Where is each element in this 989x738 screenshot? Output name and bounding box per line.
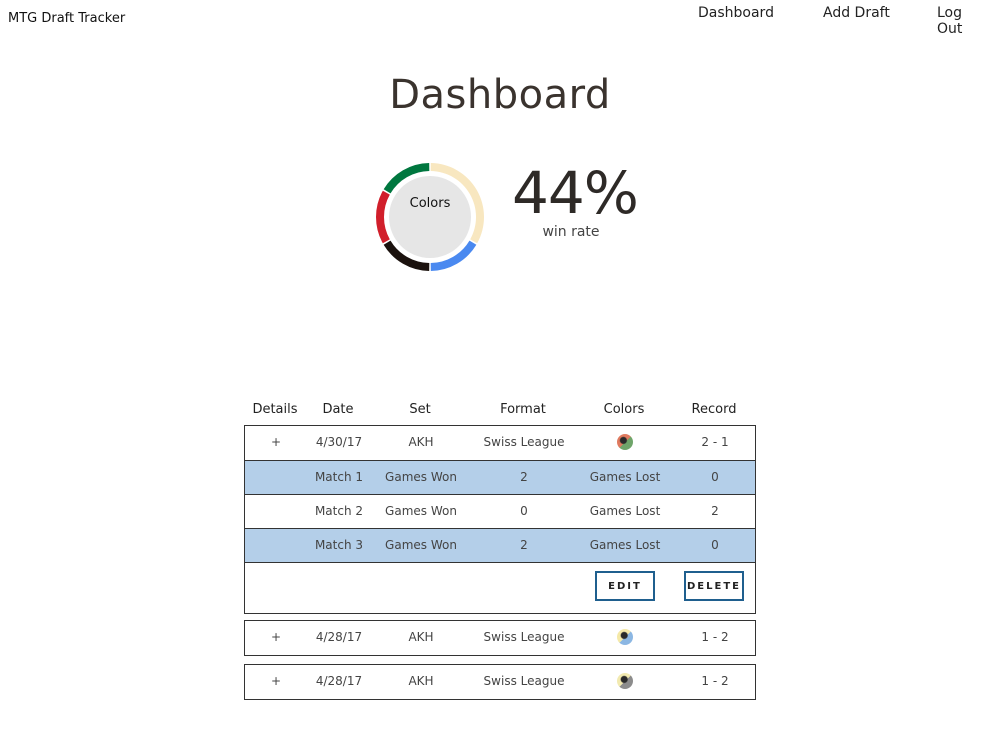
draft-group: + 4/28/17 AKH Swiss League 1 - 2 bbox=[244, 620, 756, 656]
colors-donut-chart bbox=[376, 163, 484, 271]
header-set: Set bbox=[409, 402, 431, 417]
games-lost-value: 0 bbox=[711, 470, 719, 484]
donut-label: Colors bbox=[409, 196, 451, 211]
draft-colors bbox=[577, 629, 673, 649]
draft-format: Swiss League bbox=[483, 435, 565, 449]
header-record: Record bbox=[691, 402, 737, 417]
draft-group: + 4/28/17 AKH Swiss League 1 - 2 bbox=[244, 664, 756, 700]
match-label: Match 3 bbox=[314, 538, 364, 552]
expand-toggle-icon[interactable]: + bbox=[245, 435, 307, 449]
header-date: Date bbox=[322, 402, 354, 417]
nav-log-out-link[interactable]: Log Out bbox=[937, 5, 989, 37]
drafts-table: Details Date Set Format Colors Record + … bbox=[244, 400, 756, 700]
games-lost-label: Games Lost bbox=[589, 470, 661, 484]
draft-record: 2 - 1 bbox=[701, 435, 729, 449]
match-row: Match 1 Games Won 2 Games Lost 0 bbox=[245, 461, 755, 495]
win-rate-label: win rate bbox=[542, 224, 600, 240]
draft-date: 4/28/17 bbox=[315, 674, 363, 688]
games-won-value: 2 bbox=[520, 470, 528, 484]
table-header: Details Date Set Format Colors Record bbox=[244, 400, 756, 420]
games-won-value: 2 bbox=[520, 538, 528, 552]
games-won-label: Games Won bbox=[385, 504, 457, 518]
draft-date: 4/28/17 bbox=[315, 630, 363, 644]
white-blue-mana-icon bbox=[617, 629, 633, 645]
draft-colors bbox=[577, 673, 673, 693]
donut-center bbox=[389, 176, 471, 258]
games-lost-label: Games Lost bbox=[589, 538, 661, 552]
expand-toggle-icon[interactable]: + bbox=[245, 630, 307, 644]
games-won-value: 0 bbox=[520, 504, 528, 518]
draft-format: Swiss League bbox=[483, 630, 565, 644]
header-format: Format bbox=[500, 402, 546, 417]
red-green-mana-icon bbox=[617, 434, 633, 450]
nav-dashboard-link[interactable]: Dashboard bbox=[698, 5, 774, 21]
delete-button[interactable]: DELETE bbox=[684, 571, 744, 601]
white-black-mana-icon bbox=[617, 673, 633, 689]
draft-set: AKH bbox=[408, 630, 434, 644]
edit-button[interactable]: EDIT bbox=[595, 571, 655, 601]
match-label: Match 2 bbox=[314, 504, 364, 518]
draft-group: + 4/30/17 AKH Swiss League 2 - 1 Match 1… bbox=[244, 425, 756, 614]
draft-actions: EDIT DELETE bbox=[245, 563, 755, 613]
expand-toggle-icon[interactable]: + bbox=[245, 674, 307, 688]
games-lost-label: Games Lost bbox=[589, 504, 661, 518]
draft-row[interactable]: + 4/28/17 AKH Swiss League 1 - 2 bbox=[245, 621, 755, 655]
draft-colors bbox=[577, 434, 673, 454]
draft-date: 4/30/17 bbox=[315, 435, 363, 449]
games-lost-value: 2 bbox=[711, 504, 719, 518]
top-nav: Dashboard Add Draft Log Out bbox=[0, 5, 989, 37]
draft-set: AKH bbox=[408, 674, 434, 688]
draft-set: AKH bbox=[408, 435, 434, 449]
win-rate-value: 44% bbox=[512, 159, 639, 227]
games-won-label: Games Won bbox=[385, 538, 457, 552]
match-label: Match 1 bbox=[314, 470, 364, 484]
page-title: Dashboard bbox=[389, 72, 611, 118]
nav-add-draft-link[interactable]: Add Draft bbox=[823, 5, 890, 21]
draft-row[interactable]: + 4/30/17 AKH Swiss League 2 - 1 bbox=[245, 426, 755, 461]
match-row: Match 2 Games Won 0 Games Lost 2 bbox=[245, 495, 755, 529]
header-colors: Colors bbox=[603, 402, 645, 417]
games-lost-value: 0 bbox=[711, 538, 719, 552]
draft-format: Swiss League bbox=[483, 674, 565, 688]
header-details: Details bbox=[252, 402, 298, 417]
draft-record: 1 - 2 bbox=[701, 674, 729, 688]
draft-record: 1 - 2 bbox=[701, 630, 729, 644]
games-won-label: Games Won bbox=[385, 470, 457, 484]
match-row: Match 3 Games Won 2 Games Lost 0 bbox=[245, 529, 755, 563]
draft-row[interactable]: + 4/28/17 AKH Swiss League 1 - 2 bbox=[245, 665, 755, 699]
